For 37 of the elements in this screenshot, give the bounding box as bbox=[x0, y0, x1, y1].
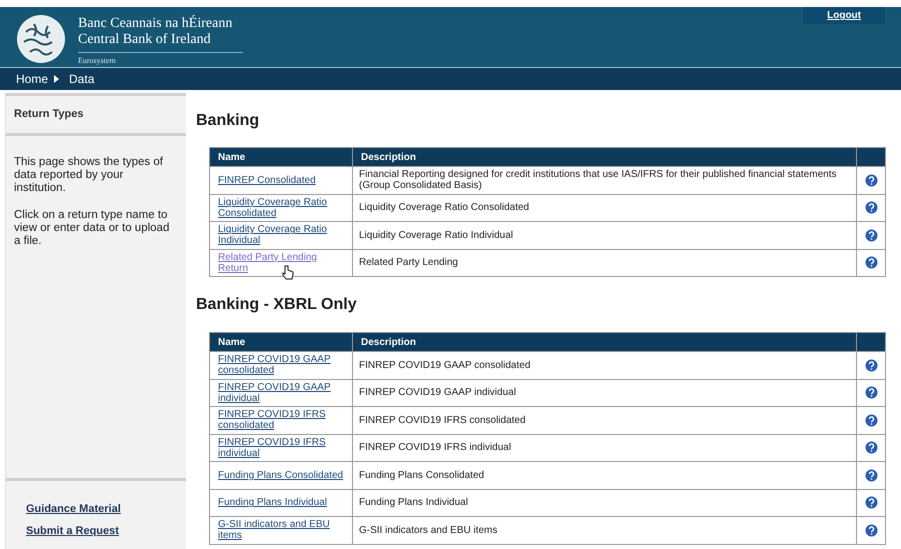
header-title: Banc Ceannais na hÉireann bbox=[78, 16, 234, 32]
description-cell: Funding Plans Consolidated bbox=[352, 462, 856, 489]
description-cell: Related Party Lending bbox=[352, 249, 856, 276]
logout-link[interactable]: Logout bbox=[803, 7, 885, 24]
description-cell: Liquidity Coverage Ratio Individual bbox=[352, 222, 856, 249]
help-icon[interactable] bbox=[864, 174, 878, 187]
description-cell: FINREP COVID19 IFRS consolidated bbox=[352, 406, 856, 434]
arrow-icon bbox=[54, 75, 60, 83]
help-icon[interactable] bbox=[864, 524, 878, 537]
section-heading: Banking - XBRL Only bbox=[196, 295, 358, 315]
column-header: Description bbox=[352, 148, 856, 166]
help-icon[interactable] bbox=[864, 358, 878, 372]
help-icon[interactable] bbox=[864, 496, 878, 510]
column-header: Description bbox=[352, 332, 856, 352]
breadcrumb-link[interactable]: Data bbox=[69, 70, 94, 88]
help-icon[interactable] bbox=[864, 256, 878, 270]
help-icon[interactable] bbox=[864, 414, 878, 427]
sidebar-text: Click on a return type name to view or enter data or to upload a file. bbox=[14, 208, 170, 248]
help-icon[interactable] bbox=[864, 468, 878, 482]
description-cell: G-SII indicators and EBU items bbox=[352, 516, 856, 544]
column-header: Name bbox=[210, 332, 352, 352]
sidebar-link[interactable]: Submit a Request bbox=[26, 522, 119, 539]
sidebar-link[interactable]: Guidance Material bbox=[26, 501, 121, 518]
emblem-drawing bbox=[16, 14, 66, 64]
sidebar-text: This page shows the types of data reported by your institution. bbox=[14, 156, 164, 194]
description-cell: FINREP COVID19 GAAP consolidated bbox=[352, 352, 856, 379]
sidebar-heading: Return Types bbox=[13, 107, 84, 122]
help-icon[interactable] bbox=[864, 228, 878, 242]
section-heading: Banking bbox=[196, 111, 260, 131]
header-subtitle: Eurosystem bbox=[78, 55, 117, 67]
help-icon[interactable] bbox=[864, 441, 878, 454]
column-header: Name bbox=[210, 148, 352, 166]
help-icon[interactable] bbox=[864, 386, 878, 400]
breadcrumb-link[interactable]: Home bbox=[16, 70, 48, 88]
header-title: Central Bank of Ireland bbox=[78, 32, 243, 53]
description-cell: Financial Reporting designed for credit institutions that use IAS/IFRS for their published financial statements (Group Consolidated Basis) bbox=[352, 166, 856, 194]
help-icon[interactable] bbox=[864, 201, 878, 214]
